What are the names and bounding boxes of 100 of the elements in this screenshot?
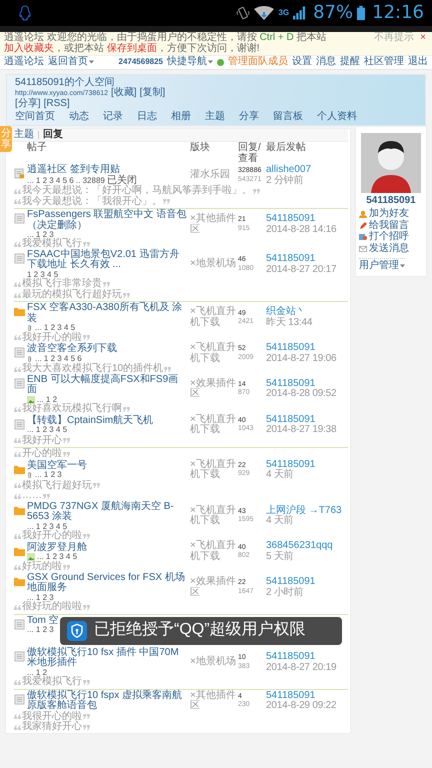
top-nav-link[interactable]: 设置 [292,57,312,68]
last-poster-link[interactable]: 541185091 [266,378,348,390]
page-numbers[interactable]: ... 1 2 3 [27,231,54,240]
close-quote-icon [83,714,90,720]
space-action-link[interactable]: [复制] [140,88,166,98]
top-nav-link[interactable]: 提醒 [340,57,360,68]
page-numbers[interactable]: ... 1 2 3 [27,594,54,602]
notice-link[interactable]: 加入收藏夹 [4,42,54,54]
top-nav-link[interactable]: 社区管理 [364,57,404,68]
last-poster-link[interactable]: 541185091 [266,343,348,354]
user-manage-menu[interactable]: 用户管理 [359,258,405,272]
last-poster-link[interactable]: allishe007 [266,165,348,176]
thread-title-link[interactable]: FSAAC中国地景包V2.01 迅雷方舟下载地址 长久有效 ... [27,250,188,271]
closed-label: 已关闭 [106,176,137,186]
thread-title-link[interactable]: FsPassengers 联盟航空中文 语音包（决定删除） [27,210,188,231]
quote-text: 很好玩的啦啦 [22,602,82,613]
last-poster-link[interactable]: 541185091 [266,414,348,426]
space-nav-link[interactable]: 空间首页 [15,112,55,122]
open-quote-icon [14,282,21,288]
close-quote-icon [43,494,50,499]
space-nav-link[interactable]: 动态 [69,112,89,122]
page-numbers[interactable]: ... 1 2 [27,668,48,678]
profile-action-link[interactable]: 打个招呼 [359,232,409,242]
space-nav-link[interactable]: 记录 [103,112,123,122]
last-poster-link[interactable]: 541185091 [266,652,348,663]
thread-title-link[interactable]: ENB 可以大幅度提高FSX和FS9画面 [27,374,188,396]
page-numbers[interactable]: ... 1 2 3 4 5 [37,553,78,562]
column-header: 帖子 [27,143,48,155]
avatar [361,132,421,192]
thread-title-link[interactable]: 阿波罗登月舱 [27,542,87,553]
profile-name-link[interactable]: 541185091 [366,196,416,206]
space-title: 541185091的个人空间 [15,78,114,88]
space-nav-link[interactable]: 日志 [137,112,157,122]
space-nav-link[interactable]: 主题 [205,112,225,122]
last-poster-link[interactable]: 541185091 [266,460,348,470]
list-tab[interactable]: 回复 [43,130,63,140]
thread-title-link[interactable]: 美国空军一号 [27,460,87,472]
space-action-link[interactable]: [分享] [15,98,41,109]
top-nav-link[interactable]: 返回首页 [48,57,94,68]
thread-title-link[interactable]: 傲软模拟飞行10 fsx 插件 中国70M米地形插件 [27,648,188,669]
top-nav-link[interactable]: 快捷导航 [167,57,213,68]
open-quote-icon [14,714,21,720]
profile-action-link[interactable]: 发送消息 [359,244,409,254]
close-quote-icon [103,282,110,288]
last-poster-link[interactable]: 541185091 [266,214,348,225]
last-poster-link[interactable]: 541185091 [266,577,348,588]
close-quote-icon [83,335,90,340]
last-poster-link[interactable]: 368456231qqq [266,541,348,552]
top-nav-link[interactable]: 退出 [408,57,428,68]
top-nav-link[interactable]: 逍遥论坛 [4,57,44,68]
user-id-link[interactable]: 2474569825 [118,58,163,66]
page-numbers[interactable]: ... 1 2 3 4 5 [27,522,68,531]
profile-action-link[interactable]: 给我留言 [359,220,409,231]
signal-icon [293,6,306,20]
space-action-link[interactable]: [收藏] [111,88,137,98]
last-post-time: 2 小时前 [266,588,304,598]
thread-title-link[interactable]: 【转载】CptainSim航天飞机 [27,416,154,426]
quote-text: 我大大喜欢模拟飞行10的插件机 [22,364,164,374]
page-numbers[interactable]: ... 1 2 3 4 5 6 .. 32889 [27,176,105,185]
open-quote-icon [14,534,21,539]
last-post-time: 2014-8-28 09:52 [266,389,338,400]
space-nav-link[interactable]: 分享 [239,112,259,122]
thread-title-link[interactable]: Tom 空 [27,616,59,626]
page-numbers[interactable]: ... 1 2 3 4 5 [27,426,68,434]
close-quote-icon [83,724,90,730]
thread-title-link[interactable]: 逍遥社区 签到专用贴 [27,165,137,176]
page-numbers[interactable]: ... 1 2 3 [35,471,62,480]
space-nav-link[interactable]: 相册 [171,112,191,122]
list-tab[interactable]: 主题 [14,130,34,140]
profile-action-link[interactable]: 加为好友 [359,209,409,220]
last-poster-link[interactable]: 织金站丶 [266,307,348,318]
thread-document-icon [14,213,25,224]
status-dot-icon [217,58,224,66]
close-button[interactable]: × [418,33,428,43]
last-poster-link[interactable]: 541185091 [266,254,348,265]
space-action-link[interactable]: [RSS] [44,98,70,109]
thread-title-link[interactable]: FSX 空客A330-A380所有飞机及 涂装 [27,303,188,324]
last-post-time: 4 天前 [266,516,295,527]
thread-document-icon [14,418,25,430]
last-poster-link[interactable]: 541185091 [266,690,348,702]
page-numbers[interactable]: ... 1 2 3 4 5 6 [35,354,82,364]
thread-title-link[interactable]: GSX Ground Services for FSX 机场地面服务 [27,572,188,594]
admin-team-link[interactable]: 管理面队成员 [228,57,288,68]
space-nav-link[interactable]: 留言板 [273,112,303,122]
open-quote-icon [14,605,21,610]
page-numbers[interactable]: ... 1 2 3 [27,626,54,635]
notice-link[interactable]: 保存到桌面 [106,42,157,54]
space-nav-link[interactable]: 个人资料 [317,112,357,122]
thread-title-link[interactable]: 傲软模拟飞行10 fspx 虚拟乘客南航原版客舱语音包 [27,690,188,712]
page-numbers[interactable]: ... 1 2 3 4 5 [35,324,76,333]
last-post-time: 4 天前 [266,470,295,481]
thread-title-link[interactable]: 波音空客全系列下载 [27,344,117,355]
close-quote-icon [253,188,260,194]
last-poster-link[interactable]: 上网沪段 →T763 [266,506,348,516]
caret-icon [208,60,213,64]
quote-text: 我好开心的啦 [22,530,82,542]
top-nav-link[interactable]: 消息 [316,57,336,68]
column-header: 版块 [190,143,211,155]
page-numbers[interactable]: 1 2 3 4 5 [27,270,58,280]
thread-title-link[interactable]: PMDG 737NGX 厦航海南天空 B-5653 涂装 [27,502,188,523]
